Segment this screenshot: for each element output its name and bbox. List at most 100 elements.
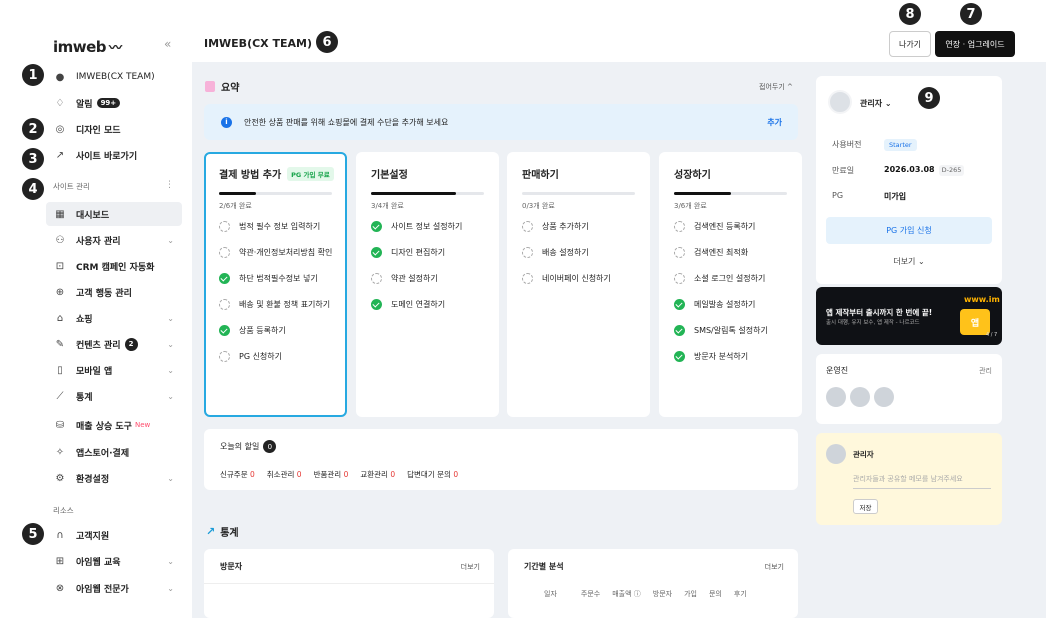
sidebar-item-education[interactable]: ⊞ 아임웹 교육 ⌄ [46, 549, 182, 573]
team-switcher[interactable]: ● IMWEB(CX TEAM) [46, 65, 182, 89]
memo-input[interactable]: 관리자들과 공유할 메모를 남겨주세요 [853, 474, 991, 489]
task-item[interactable]: 메일발송 설정하기 [674, 298, 796, 311]
task-card-basic[interactable]: 기본설정 3/4개 완료 사이트 정보 설정하기 디자인 편집하기 약관 설정하… [356, 152, 499, 417]
admin-name-dropdown[interactable]: 관리자 ⌄ [860, 98, 892, 109]
task-item-label: PG 신청하기 [239, 352, 283, 361]
korea-flag-icon: ● [55, 71, 65, 83]
sidebar-item-crm[interactable]: ⊡ CRM 캠페인 자동화 [46, 254, 182, 278]
sidebar-item-dashboard[interactable]: ▦ 대시보드 [46, 202, 182, 226]
avatar[interactable] [874, 387, 894, 407]
info-icon: i [221, 116, 232, 128]
task-item[interactable]: 하단 법적필수정보 넣기 [219, 272, 341, 285]
task-item[interactable]: 네이버페이 신청하기 [522, 272, 644, 285]
sidebar-item-sales-tool[interactable]: ⛁ 매출 상승 도구 New [46, 413, 182, 437]
pg-free-badge: PG 가입 무료 [287, 166, 334, 181]
main-content: 요약 접어두기 ^ i 안전한 상품 판매를 위해 쇼핑몰에 결제 수단을 추가… [192, 62, 1046, 618]
task-item-label: 소셜 로그인 설정하기 [694, 274, 766, 283]
pg-apply-button[interactable]: PG 가입 신청 [826, 217, 992, 244]
task-item[interactable]: 검색엔진 등록하기 [674, 220, 796, 233]
sidebar-item-contents[interactable]: ✎ 컨텐츠 관리 2 ⌄ [46, 332, 182, 356]
collapse-summary-link[interactable]: 접어두기 ^ [759, 82, 793, 92]
task-item[interactable]: 약관 설정하기 [371, 272, 493, 285]
admin-more-link[interactable]: 더보기 ⌄ [816, 256, 1002, 267]
todo-value: 0 [250, 470, 255, 479]
expire-date: 2026.03.08 [884, 165, 935, 174]
sidebar-item-settings[interactable]: ⚙ 환경설정 ⌄ [46, 466, 182, 490]
task-item[interactable]: 소셜 로그인 설정하기 [674, 272, 796, 285]
collapse-sidebar-icon[interactable]: « [164, 37, 171, 51]
sidebar-item-mobile-app[interactable]: ▯ 모바일 앱 ⌄ [46, 358, 182, 382]
task-item[interactable]: 디자인 편집하기 [371, 246, 493, 259]
task-card-grow[interactable]: 성장하기 3/6개 완료 검색엔진 등록하기 검색엔진 최적화 소셜 로그인 설… [659, 152, 802, 417]
todo-item[interactable]: 반품관리 0 [314, 469, 349, 480]
todo-item[interactable]: 취소관리 0 [267, 469, 302, 480]
sidebar-item-users[interactable]: ⚇ 사용자 관리 ⌄ [46, 228, 182, 252]
task-card-sell[interactable]: 판매하기 0/3개 완료 상품 추가하기 배송 설정하기 네이버페이 신청하기 [507, 152, 650, 417]
chevron-down-icon: ⌄ [167, 473, 174, 483]
task-item[interactable]: 약관·개인정보처리방침 확인 [219, 246, 341, 259]
operators-manage-link[interactable]: 관리 [979, 366, 992, 376]
sidebar-item-appstore[interactable]: ✧ 앱스토어·결제 [46, 440, 182, 464]
task-item[interactable]: 상품 등록하기 [219, 324, 341, 337]
visitors-more-link[interactable]: 더보기 [461, 562, 480, 572]
task-item[interactable]: 법적 필수 정보 입력하기 [219, 220, 341, 233]
add-payment-link[interactable]: 추가 [767, 117, 782, 128]
sidebar-item-behavior[interactable]: ⊕ 고객 행동 관리 [46, 280, 182, 304]
sidebar-item-label: 컨텐츠 관리 [76, 340, 121, 351]
marker-4: 4 [22, 178, 44, 200]
period-more-link[interactable]: 더보기 [765, 562, 784, 572]
progress-bar [371, 192, 484, 195]
sidebar-item-site-shortcut[interactable]: ↗ 사이트 바로가기 [46, 143, 182, 167]
avatar[interactable] [828, 90, 852, 114]
task-item[interactable]: 방문자 분석하기 [674, 350, 796, 363]
pending-check-icon [674, 273, 685, 284]
todo-item[interactable]: 답변대기 문의 0 [407, 469, 458, 480]
task-item-label: 상품 등록하기 [239, 326, 286, 335]
sidebar-item-label: 모바일 앱 [76, 366, 113, 377]
section-menu-icon[interactable]: ⋮ [165, 180, 174, 190]
task-item[interactable]: 배송 설정하기 [522, 246, 644, 259]
task-item[interactable]: 검색엔진 최적화 [674, 246, 796, 259]
done-check-icon [371, 299, 382, 310]
task-count: 3/4개 완료 [371, 202, 404, 210]
task-item[interactable]: PG 신청하기 [219, 350, 341, 363]
todo-value: 0 [296, 470, 302, 479]
sidebar-item-design-mode[interactable]: ◎ 디자인 모드 [46, 117, 182, 141]
marker-5: 5 [22, 523, 44, 545]
pending-check-icon [371, 273, 382, 284]
avatar[interactable] [850, 387, 870, 407]
task-item[interactable]: 상품 추가하기 [522, 220, 644, 233]
avatar [826, 444, 846, 464]
site-shortcut-label: 사이트 바로가기 [76, 151, 138, 162]
task-item[interactable]: 도메인 연결하기 [371, 298, 493, 311]
book-icon: ⊞ [55, 555, 65, 567]
task-item[interactable]: 사이트 정보 설정하기 [371, 220, 493, 233]
task-card-title: 결제 방법 추가 [219, 170, 282, 181]
marker-2: 2 [22, 118, 44, 140]
exit-button[interactable]: 나가기 [889, 31, 931, 57]
sidebar-item-shopping[interactable]: ⌂ 쇼핑 ⌄ [46, 306, 182, 330]
sidebar-item-expert[interactable]: ⊗ 아임웹 전문가 ⌄ [46, 576, 182, 600]
memo-save-button[interactable]: 저장 [853, 499, 878, 514]
banner-subline: 출시 대행, 유지 보수, 앱 제작 - 나르코드 [826, 320, 920, 326]
imweb-logo[interactable]: imweb 〰 [53, 37, 122, 57]
marker-9: 9 [918, 87, 940, 109]
promo-banner[interactable]: 앱 제작부터 출시까지 한 번에 끝! 출시 대행, 유지 보수, 앱 제작 -… [816, 287, 1002, 345]
sidebar-item-support[interactable]: ∩ 고객지원 [46, 523, 182, 547]
new-badge: New [134, 421, 151, 429]
task-item[interactable]: 배송 및 환불 정책 표기하기 [219, 298, 341, 311]
upgrade-button[interactable]: 연장 · 업그레이드 [935, 31, 1015, 57]
sidebar-item-stats[interactable]: ⟋ 통계 ⌄ [46, 384, 182, 408]
todo-item[interactable]: 신규주문 0 [220, 469, 255, 480]
task-item-label: 메일발송 설정하기 [694, 300, 756, 309]
crm-icon: ⊡ [55, 260, 65, 272]
task-item[interactable]: SMS/알림톡 설정하기 [674, 324, 796, 337]
chevron-down-icon: ⌄ [167, 583, 174, 593]
pending-check-icon [522, 273, 533, 284]
task-card-payment[interactable]: 결제 방법 추가 PG 가입 무료 2/6개 완료 법적 필수 정보 입력하기 약… [204, 152, 347, 417]
avatar[interactable] [826, 387, 846, 407]
banner-pager: 4 / 7 [986, 332, 998, 338]
todo-item[interactable]: 교환관리 0 [360, 469, 395, 480]
sidebar-item-alarm[interactable]: ♢ 알림 99+ [46, 91, 182, 115]
todo-label: 취소관리 [266, 470, 295, 479]
